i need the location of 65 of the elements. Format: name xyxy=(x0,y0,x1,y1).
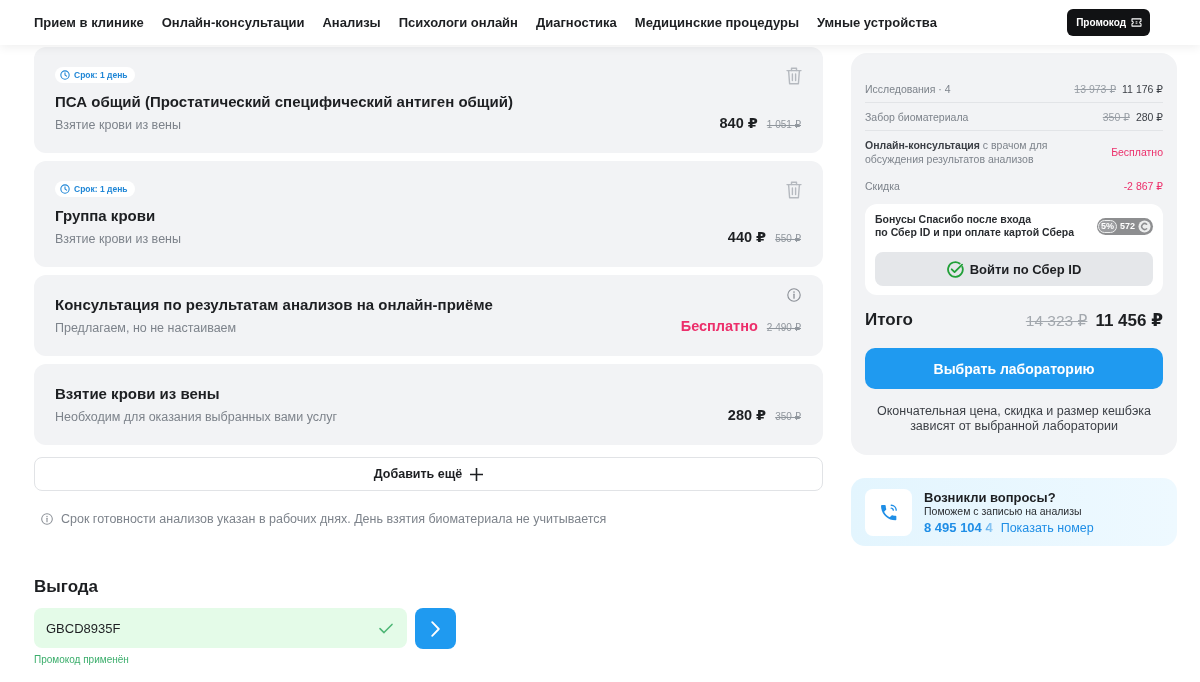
section-title: Выгода xyxy=(34,576,100,598)
item-price: 840 ₽ xyxy=(719,115,758,131)
old-price: 350 ₽ xyxy=(1102,109,1130,124)
summary-label: Онлайн-консультация с врачом для обсуждения результатов анализов xyxy=(865,137,1049,166)
summary-value: 11 176 ₽ xyxy=(1122,81,1163,96)
support-title: Возникли вопросы? xyxy=(924,489,1057,505)
phone-number: 8 495 104 4 xyxy=(924,519,993,535)
item-price: 440 ₽ xyxy=(727,229,767,245)
summary-label: Скидка xyxy=(865,178,900,193)
sber-id-login-button[interactable]: Войти по Сбер ID xyxy=(875,252,1153,286)
old-price: 550 ₽ xyxy=(775,232,801,246)
item-title: Группа крови xyxy=(55,206,156,226)
total-value: 11 456 ₽ xyxy=(1095,309,1163,331)
summary-value: Бесплатно xyxy=(1111,144,1163,159)
item-title: ПСА общий (Простатический специфический антиген общий) xyxy=(55,92,513,112)
total-label: Итого xyxy=(865,310,913,330)
item-price: 280 ₽ xyxy=(727,407,767,423)
clock-icon xyxy=(60,184,70,194)
nav-link[interactable]: Психологи онлайн xyxy=(398,15,518,30)
bonus-text: Бонусы Спасибо после входа по Сбер ID и при оплате картой Сбера xyxy=(875,213,1075,239)
footnote-text: Срок готовности анализов указан в рабочих днях. День взятия биоматериала не учитывается xyxy=(61,512,607,526)
phone-icon xyxy=(865,488,912,536)
nav-link[interactable]: Онлайн-консультации xyxy=(161,15,305,30)
term-label: Срок: 1 день xyxy=(74,70,128,80)
clock-icon xyxy=(60,70,70,80)
summary-label: Исследования · 4 xyxy=(865,81,951,96)
old-price: 2 490 ₽ xyxy=(766,321,801,335)
support-subtitle: Поможем с записью на анализы xyxy=(924,504,1083,518)
bonus-percent: 5% xyxy=(1097,219,1117,233)
chevron-right-icon xyxy=(431,620,440,637)
old-price: 13 973 ₽ xyxy=(1074,81,1117,96)
nav-link[interactable]: Диагностика xyxy=(535,15,617,30)
ticket-icon xyxy=(1131,18,1142,27)
check-icon xyxy=(379,623,393,634)
info-icon[interactable] xyxy=(787,288,801,302)
old-price: 1 051 ₽ xyxy=(766,118,801,132)
item-subtitle: Необходим для оказания выбранных вами услуг xyxy=(55,409,338,425)
check-circle-icon xyxy=(946,260,964,278)
promo-code-button[interactable]: Промокод xyxy=(1067,9,1150,36)
item-subtitle: Предлагаем, но не настаиваем xyxy=(55,320,237,336)
old-price: 350 ₽ xyxy=(775,410,801,424)
plus-icon xyxy=(470,467,484,481)
term-label: Срок: 1 день xyxy=(74,184,128,194)
nav-link[interactable]: Прием в клинике xyxy=(34,15,144,30)
item-subtitle: Взятие крови из вены xyxy=(55,117,181,133)
bonus-amount: 572 xyxy=(1119,221,1135,231)
info-icon xyxy=(41,513,53,525)
nav-link[interactable]: Умные устройства xyxy=(817,15,937,30)
item-title: Взятие крови из вены xyxy=(55,384,220,404)
summary-value: -2 867 ₽ xyxy=(1123,178,1163,193)
summary-value: 280 ₽ xyxy=(1135,109,1163,124)
promo-code-field[interactable]: GBCD8935F xyxy=(34,608,407,648)
item-price: Бесплатно xyxy=(680,318,758,334)
item-subtitle: Взятие крови из вены xyxy=(55,231,181,247)
old-total: 14 323 ₽ xyxy=(1025,311,1088,330)
add-more-button[interactable]: Добавить ещё xyxy=(34,457,823,491)
trash-icon[interactable] xyxy=(786,181,802,199)
summary-note: Окончательная цена, скидка и размер кешбэка зависят от выбранной лаборатории xyxy=(876,404,1152,434)
nav-link[interactable]: Анализы xyxy=(322,15,381,30)
item-title: Консультация по результатам анализов на онлайн-приёме xyxy=(55,295,493,315)
summary-label: Забор биоматериала xyxy=(865,109,969,124)
trash-icon[interactable] xyxy=(786,67,802,85)
submit-button[interactable] xyxy=(415,608,456,649)
nav-link[interactable]: Медицинские процедуры xyxy=(634,15,799,30)
promo-status-text: Промокод применён xyxy=(34,654,130,666)
